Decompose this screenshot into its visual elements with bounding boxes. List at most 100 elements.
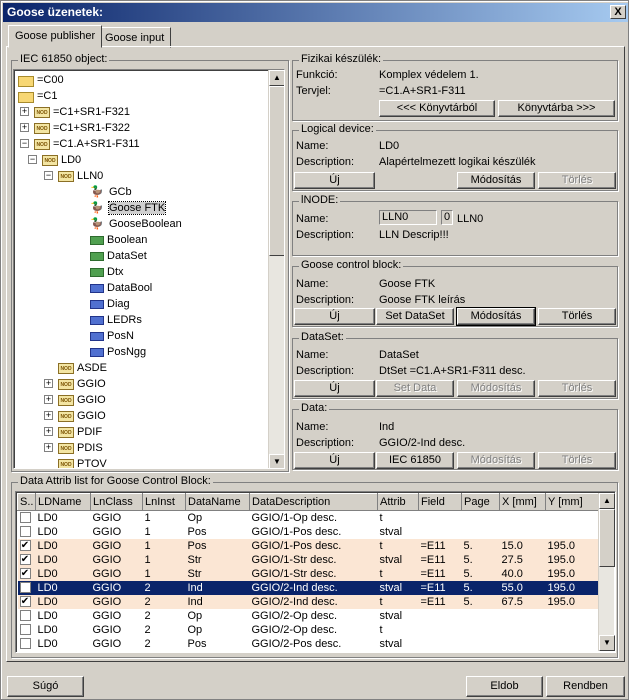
tree-node[interactable]: NOD PDIF (58, 424, 102, 440)
tree-node[interactable]: =C00 (18, 72, 64, 88)
column-header[interactable]: LDName (35, 493, 91, 511)
tab-goose-input[interactable]: Goose input (98, 27, 172, 48)
data-modify-button[interactable]: Módosítás (457, 452, 535, 469)
from-library-button[interactable]: <<< Könyvtárból (379, 100, 495, 117)
tree-node[interactable]: 🦆 GCb (90, 184, 132, 200)
ld-delete-button[interactable]: Törlés (538, 172, 616, 189)
gcb-modify-button[interactable]: Módosítás (456, 307, 536, 326)
scroll-up-button[interactable]: ▲ (269, 70, 284, 86)
tree-node[interactable]: =C1 (18, 88, 58, 104)
tree-node[interactable]: NOD ASDE (58, 360, 107, 376)
tree-expander[interactable]: + (20, 123, 29, 132)
tree-node[interactable]: PosN (90, 328, 134, 344)
tree-node[interactable]: NOD GGIO (58, 408, 106, 424)
ds-new-button[interactable]: Új (294, 380, 375, 397)
tree-expander[interactable]: − (20, 139, 29, 148)
tree-node[interactable]: NOD =C1+SR1-F321 (34, 104, 130, 120)
tree-node[interactable]: Diag (90, 296, 130, 312)
data-new-button[interactable]: Új (294, 452, 375, 469)
tree-node[interactable]: NOD PTOV (58, 456, 107, 468)
tab-goose-publisher[interactable]: Goose publisher (8, 25, 103, 48)
scroll-thumb[interactable] (269, 86, 284, 256)
table-row[interactable]: LD0 GGIO 2 Pos GGIO/2-Pos desc. stval (18, 637, 599, 651)
tree-node[interactable]: NOD PDIS (58, 440, 103, 456)
gcb-set-dataset-button[interactable]: Set DataSet (376, 308, 454, 325)
gcb-delete-button[interactable]: Törlés (538, 308, 616, 325)
tree-node[interactable]: NOD LD0 (42, 152, 81, 168)
column-header[interactable]: LnInst (142, 493, 186, 511)
grid-scroll-up-button[interactable]: ▲ (599, 493, 615, 509)
row-checkbox[interactable]: ✔ (19, 596, 31, 608)
data-iec61850-button[interactable]: IEC 61850 (376, 452, 454, 469)
tree-node[interactable]: Dtx (90, 264, 124, 280)
table-row[interactable]: LD0 GGIO 1 Pos GGIO/1-Pos desc. stval (18, 525, 599, 539)
table-row[interactable]: ✔ LD0 GGIO 1 Str GGIO/1-Str desc. stval =E11 5. 2… (17, 552, 599, 567)
row-checkbox[interactable]: ✔ (19, 554, 31, 566)
table-row[interactable]: LD0 GGIO 1 Op GGIO/1-Op desc. t (18, 511, 599, 525)
row-checkbox[interactable] (19, 512, 31, 524)
column-header[interactable]: Y [mm] (545, 493, 599, 511)
grid-scroll-down-button[interactable]: ▼ (599, 635, 615, 651)
row-checkbox[interactable]: ✔ (19, 568, 31, 580)
data-delete-button[interactable]: Törlés (538, 452, 616, 469)
tree-node[interactable]: NOD =C1+SR1-F322 (34, 120, 130, 136)
tree-node[interactable]: 🦆 Goose FTK (90, 200, 167, 216)
tree-expander[interactable]: − (44, 171, 53, 180)
table-cell: GGIO (92, 525, 122, 538)
column-header[interactable]: X [mm] (499, 493, 546, 511)
table-row[interactable]: ✔ LD0 GGIO 2 Ind GGIO/2-Ind desc. stval =E11 5. 5… (17, 580, 599, 595)
tree-node[interactable]: PosNgg (90, 344, 146, 360)
help-button[interactable]: Súgó (7, 676, 84, 697)
tree-node[interactable]: NOD =C1.A+SR1-F311 (34, 136, 140, 152)
row-checkbox[interactable]: ✔ (19, 582, 31, 594)
ds-modify-button[interactable]: Módosítás (457, 380, 535, 397)
column-header[interactable]: Page (461, 493, 500, 511)
tree-expander[interactable]: + (44, 379, 53, 388)
column-header[interactable]: Field (418, 493, 462, 511)
ds-set-data-button[interactable]: Set Data (376, 380, 454, 397)
tree-node[interactable]: Boolean (90, 232, 147, 248)
column-header[interactable]: DataName (185, 493, 250, 511)
tree-node[interactable]: DataSet (90, 248, 147, 264)
close-button[interactable]: X (610, 5, 626, 19)
tree-expander[interactable]: + (44, 427, 53, 436)
tree-expander[interactable]: + (20, 107, 29, 116)
ld-modify-button[interactable]: Módosítás (457, 172, 535, 189)
table-row[interactable]: ✔ LD0 GGIO 2 Ind GGIO/2-Ind desc. t =E11 5. 67.5 1… (17, 594, 599, 609)
row-checkbox[interactable] (19, 610, 31, 622)
row-checkbox[interactable] (19, 526, 31, 538)
table-row[interactable]: LD0 GGIO 2 Op GGIO/2-Op desc. t (18, 623, 599, 637)
table-row[interactable]: LD0 GGIO 2 Op GGIO/2-Op desc. stval (18, 609, 599, 623)
column-header[interactable]: DataDescription (249, 493, 378, 511)
tree-node[interactable]: NOD GGIO (58, 376, 106, 392)
grid-scroll-thumb[interactable] (599, 509, 615, 567)
to-library-button[interactable]: Könyvtárba >>> (498, 100, 615, 117)
tree-expander[interactable]: + (44, 411, 53, 420)
tree-expander[interactable]: − (28, 155, 37, 164)
table-cell: GGIO/2-Op desc. (251, 623, 338, 636)
row-checkbox[interactable] (19, 638, 31, 650)
scroll-down-button[interactable]: ▼ (269, 454, 284, 468)
tree-node[interactable]: 🦆 GooseBoolean (90, 216, 182, 232)
gcb-new-button[interactable]: Új (294, 308, 375, 325)
tree-node[interactable]: DataBool (90, 280, 152, 296)
ld-new-button[interactable]: Új (294, 172, 375, 189)
tree-node[interactable]: NOD LLN0 (58, 168, 103, 184)
discard-button[interactable]: Eldob (466, 676, 543, 697)
tree-expander[interactable]: + (44, 395, 53, 404)
ds-delete-button[interactable]: Törlés (538, 380, 616, 397)
row-checkbox[interactable] (19, 624, 31, 636)
tree-vertical-scrollbar[interactable]: ▲ ▼ (268, 70, 284, 468)
tree-expander[interactable]: + (44, 443, 53, 452)
tree-node[interactable]: LEDRs (90, 312, 142, 328)
tree-node[interactable]: NOD GGIO (58, 392, 106, 408)
column-header[interactable]: S.. (17, 493, 36, 511)
object-tree[interactable]: =C00 =C1 + NOD =C1+SR1-F321 + NOD =C1+SR1-F322−… (13, 69, 285, 469)
column-header[interactable]: Attrib (377, 493, 419, 511)
ok-button[interactable]: Rendben (546, 676, 625, 697)
row-checkbox[interactable]: ✔ (19, 540, 31, 552)
table-row[interactable]: ✔ LD0 GGIO 1 Str GGIO/1-Str desc. t =E11 5. 40.0 1… (17, 566, 599, 581)
grid-vertical-scrollbar[interactable]: ▲ ▼ (598, 493, 615, 651)
table-row[interactable]: ✔ LD0 GGIO 1 Pos GGIO/1-Pos desc. t =E11 5. 15.0 1… (17, 538, 599, 553)
column-header[interactable]: LnClass (90, 493, 143, 511)
